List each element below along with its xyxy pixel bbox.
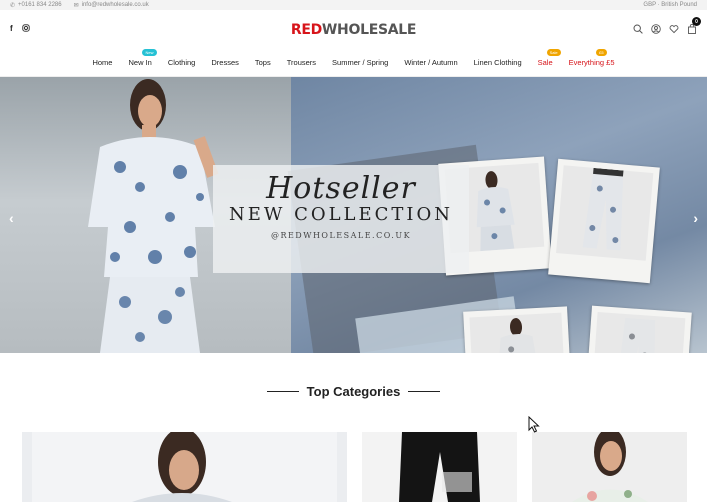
nav-item-new-in[interactable]: New In New (128, 48, 157, 67)
nav-item-dresses[interactable]: Dresses (211, 58, 239, 67)
polaroid-image (591, 312, 686, 353)
cart-button[interactable]: 0 (687, 17, 701, 34)
divider-line (408, 391, 441, 392)
nav-item-trousers[interactable]: Trousers (287, 58, 316, 67)
account-icon[interactable] (651, 24, 661, 34)
nav-item-winter-autumn[interactable]: Winter / Autumn (404, 58, 457, 67)
polaroid-image (556, 165, 654, 261)
wishlist-icon[interactable] (669, 24, 679, 34)
nav-item-summer-spring[interactable]: Summer / Spring (332, 58, 388, 67)
nav-item-sale[interactable]: Sale Sale (538, 48, 561, 67)
mouse-cursor-icon (528, 416, 540, 433)
phone-icon: ✆ (10, 2, 16, 9)
email-contact[interactable]: ✉ info@redwholesale.co.uk (74, 2, 149, 9)
polaroid-photo (584, 305, 692, 353)
divider-line (266, 391, 299, 392)
facebook-icon[interactable]: f (10, 24, 13, 34)
site-header: f REDWHOLESALE 0 (0, 10, 707, 48)
polaroid-photo (463, 306, 573, 353)
polaroid-image (469, 312, 566, 353)
category-image (399, 432, 480, 502)
product-image (615, 317, 656, 353)
nav-item-home[interactable]: Home (92, 58, 112, 67)
nav-item-linen-clothing[interactable]: Linen Clothing (474, 58, 522, 67)
cart-count-badge: 0 (692, 17, 701, 26)
product-image (582, 167, 624, 251)
price-badge: £5 (596, 48, 607, 56)
currency-selector[interactable]: GBP · British Pound (643, 2, 697, 8)
category-card[interactable] (22, 432, 347, 502)
hero-model-image (88, 79, 219, 353)
hero-slider[interactable]: Hotseller NEW COLLECTION @REDWHOLESALE.C… (0, 77, 707, 353)
hero-banner-text: Hotseller NEW COLLECTION @REDWHOLESALE.C… (213, 165, 469, 273)
main-nav: Home New In New Clothing Dresses Tops Tro… (0, 48, 707, 77)
nav-item-tops[interactable]: Tops (255, 58, 271, 67)
category-image (572, 432, 648, 502)
phone-contact[interactable]: ✆ +0161 834 2286 (10, 2, 62, 9)
mail-icon: ✉ (73, 2, 79, 9)
top-categories-heading: Top Categories (0, 384, 707, 399)
site-logo[interactable]: REDWHOLESALE (291, 22, 417, 38)
hero-script-title: Hotseller (266, 171, 416, 206)
new-badge: New (142, 48, 157, 56)
hero-url: @REDWHOLESALE.CO.UK (270, 231, 412, 240)
slider-prev-arrow-icon[interactable]: ‹ (9, 210, 14, 226)
category-card[interactable] (362, 432, 517, 502)
polaroid-photo (548, 158, 660, 284)
hero-title: NEW COLLECTION (228, 204, 454, 225)
section-title: Top Categories (306, 384, 401, 399)
instagram-icon[interactable] (22, 24, 30, 34)
category-card[interactable] (532, 432, 687, 502)
nav-item-clothing[interactable]: Clothing (168, 58, 196, 67)
category-image (32, 432, 337, 502)
product-image (498, 318, 539, 353)
sale-badge: Sale (546, 48, 561, 56)
nav-item-everything-5[interactable]: Everything £5 £5 (569, 48, 615, 67)
top-bar: ✆ +0161 834 2286 ✉ info@redwholesale.co.uk… (0, 0, 707, 10)
search-icon[interactable] (633, 24, 643, 34)
slider-next-arrow-icon[interactable]: › (693, 210, 698, 226)
